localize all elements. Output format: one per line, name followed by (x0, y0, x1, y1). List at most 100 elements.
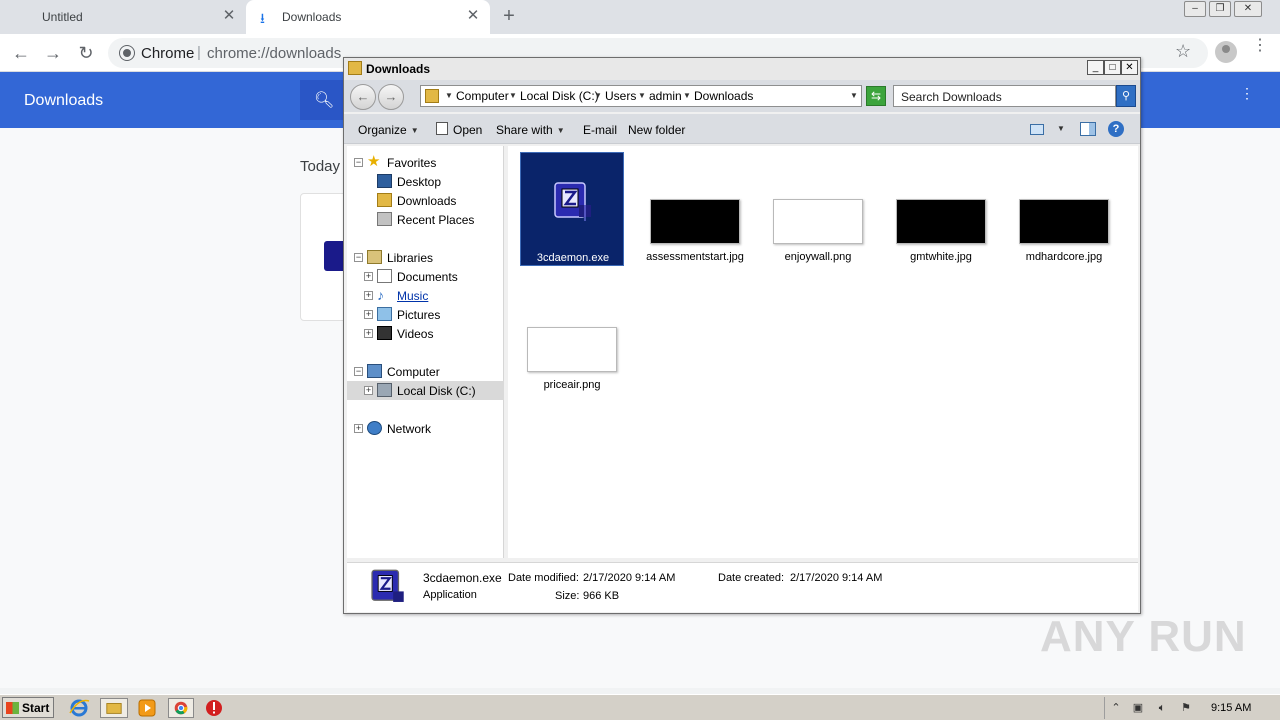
breadcrumb-users[interactable]: Users (605, 89, 636, 103)
breadcrumb-downloads[interactable]: Downloads (694, 89, 753, 103)
details-size-value: 966 KB (583, 590, 620, 602)
breadcrumb-local-disk[interactable]: Local Disk (C:) (520, 89, 599, 103)
taskbar: Start ⌃ ▣ 🔈︎ ⚑ 9:15 AM (0, 694, 1280, 720)
new-tab-button[interactable]: + (498, 5, 520, 27)
nav-item-network[interactable]: + Network (347, 419, 504, 438)
breadcrumb-admin[interactable]: admin (649, 89, 682, 103)
star-icon[interactable]: ☆ (1175, 41, 1191, 62)
explorer-toolbar: Organize ▼ Open Share with ▼ E-mail New fo… (344, 114, 1140, 144)
nav-item-desktop[interactable]: Desktop (347, 172, 504, 191)
avatar[interactable] (1215, 41, 1237, 63)
file-item[interactable]: 3cdaemon.exe (520, 152, 624, 266)
collapse-icon[interactable]: − (354, 158, 363, 167)
breadcrumb-computer[interactable]: Computer (456, 89, 509, 103)
collapse-icon[interactable]: − (354, 253, 363, 262)
image-thumbnail (896, 199, 986, 244)
search-icon[interactable]: ⚲ (1116, 85, 1136, 107)
network-tray-icon[interactable]: ▣ (1131, 701, 1145, 715)
file-item[interactable]: enjoywall.png (766, 152, 870, 266)
minimize-button[interactable]: – (1184, 1, 1206, 17)
desktop-icon (377, 174, 392, 188)
more-icon[interactable]: ⋮ (1240, 86, 1254, 100)
organize-button[interactable]: Organize ▼ (358, 123, 419, 137)
open-button[interactable]: Open (453, 123, 482, 137)
close-window-button[interactable]: ✕ (1234, 1, 1262, 17)
search-input[interactable]: Search Downloads (893, 85, 1116, 107)
chevron-down-icon[interactable]: ▼ (1057, 124, 1065, 133)
chevron-down-icon[interactable]: ▼ (638, 91, 646, 100)
nav-label: Desktop (397, 175, 442, 189)
nav-item-recent-places[interactable]: Recent Places (347, 210, 504, 229)
explorer-window: Downloads _ □ ✕ ← → ▼ Computer ▼ Local D… (343, 57, 1141, 614)
chevron-up-icon[interactable]: ⌃ (1109, 701, 1123, 715)
chevron-down-icon[interactable]: ▼ (683, 91, 691, 100)
back-icon[interactable]: ← (10, 42, 32, 64)
nav-label: Computer (387, 365, 440, 379)
disk-icon (377, 383, 392, 397)
music-icon: ♪ (377, 287, 384, 303)
close-window-button[interactable]: ✕ (1121, 60, 1138, 75)
chevron-down-icon[interactable]: ▼ (509, 91, 517, 100)
explorer-folder-icon[interactable] (100, 698, 128, 718)
expand-icon[interactable]: + (364, 329, 373, 338)
forward-icon[interactable]: → (378, 84, 404, 110)
minimize-button[interactable]: _ (1087, 60, 1104, 75)
chevron-down-icon[interactable]: ▼ (445, 91, 453, 100)
chrome-icon[interactable] (168, 698, 194, 718)
media-player-icon[interactable] (136, 698, 158, 718)
window-title: Downloads (366, 62, 431, 76)
close-icon[interactable]: ✕ (220, 7, 238, 25)
details-created-label: Date created: (718, 572, 785, 584)
help-icon[interactable]: ? (1108, 121, 1124, 137)
expand-icon[interactable]: + (354, 424, 363, 433)
expand-icon[interactable]: + (364, 291, 373, 300)
tab-downloads[interactable]: ⭳ Downloads ✕ (246, 0, 490, 34)
nav-item-videos[interactable]: + Videos (347, 324, 504, 343)
search-button[interactable]: 🔍︎ (300, 80, 344, 120)
flag-icon[interactable]: ⚑ (1179, 701, 1193, 715)
chevron-down-icon[interactable]: ▼ (850, 91, 858, 100)
nav-item-libraries[interactable]: − Libraries (347, 248, 504, 267)
restore-button[interactable]: ❐ (1209, 1, 1231, 17)
nav-label: Pictures (397, 308, 441, 322)
internet-explorer-icon[interactable] (68, 698, 90, 718)
file-item[interactable]: gmtwhite.jpg (889, 152, 993, 266)
stop-icon[interactable] (203, 698, 225, 718)
maximize-button[interactable]: □ (1104, 60, 1121, 75)
share-with-button[interactable]: Share with ▼ (496, 123, 565, 137)
omnibox-url[interactable]: chrome://downloads (207, 45, 341, 62)
nav-item-pictures[interactable]: + Pictures (347, 305, 504, 324)
new-folder-button[interactable]: New folder (628, 123, 685, 137)
chevron-down-icon[interactable]: ▼ (594, 91, 602, 100)
back-icon[interactable]: ← (350, 84, 376, 110)
expand-icon[interactable]: + (364, 310, 373, 319)
start-label: Start (22, 701, 50, 715)
expand-icon[interactable]: + (364, 386, 373, 395)
nav-item-local-disk[interactable]: + Local Disk (C:) (347, 381, 504, 400)
videos-icon (377, 326, 392, 340)
address-bar[interactable]: ▼ Computer ▼ Local Disk (C:) ▼ Users ▼ a… (420, 85, 862, 107)
file-item[interactable]: assessmentstart.jpg (643, 152, 747, 266)
start-button[interactable]: Start (2, 697, 54, 718)
volume-icon[interactable]: 🔈︎ (1155, 701, 1169, 715)
view-icon[interactable] (1030, 124, 1044, 135)
more-icon[interactable]: ⋮ (1252, 38, 1268, 54)
nav-item-favorites[interactable]: − ★ Favorites (347, 153, 504, 172)
tab-untitled[interactable]: Untitled ✕ (0, 0, 246, 34)
expand-icon[interactable]: + (364, 272, 373, 281)
explorer-titlebar[interactable]: Downloads _ □ ✕ (344, 58, 1140, 80)
refresh-icon[interactable]: ⇆ (866, 86, 886, 106)
nav-item-music[interactable]: + ♪ Music (347, 286, 504, 305)
preview-pane-icon[interactable] (1080, 122, 1096, 136)
clock[interactable]: 9:15 AM (1211, 702, 1251, 714)
nav-item-computer[interactable]: − Computer (347, 362, 504, 381)
forward-icon[interactable]: → (42, 42, 64, 64)
nav-item-documents[interactable]: + Documents (347, 267, 504, 286)
collapse-icon[interactable]: − (354, 367, 363, 376)
reload-icon[interactable]: ↻ (75, 42, 97, 64)
email-button[interactable]: E-mail (583, 123, 617, 137)
file-item[interactable]: priceair.png (520, 280, 624, 394)
close-icon[interactable]: ✕ (464, 7, 482, 25)
nav-item-downloads[interactable]: Downloads (347, 191, 504, 210)
file-item[interactable]: mdhardcore.jpg (1012, 152, 1116, 266)
